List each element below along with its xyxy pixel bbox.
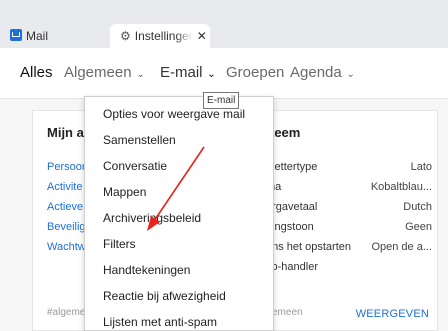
chevron-down-icon: ⌄: [204, 69, 216, 80]
menu-item-anti-spam[interactable]: Lijsten met anti-spam: [103, 315, 217, 329]
tab-settings[interactable]: ⚙ Instellingen ✕: [110, 24, 210, 48]
email-tooltip: E-mail: [203, 92, 240, 109]
email-dropdown-menu: Opties voor weergave mail Samenstellen C…: [84, 96, 274, 331]
browser-tab-bar: Mail ⚙ Instellingen ✕: [0, 0, 448, 48]
nav-algemeen-label: Algemeen: [64, 64, 132, 81]
mail-icon: [10, 29, 22, 41]
nav-agenda[interactable]: Agenda ⌄: [290, 64, 355, 81]
card-tag: #algeme: [47, 307, 86, 318]
nav-algemeen[interactable]: Algemeen ⌄: [64, 64, 145, 81]
tab-mail[interactable]: Mail: [10, 24, 110, 48]
account-link[interactable]: Actieve: [47, 197, 88, 217]
chevron-down-icon: ⌄: [343, 69, 355, 80]
nav-alles-label: Alles: [20, 64, 53, 81]
nav-alles[interactable]: Alles: [20, 64, 53, 81]
chevron-down-icon: ⌄: [133, 69, 145, 80]
menu-item-conversatie[interactable]: Conversatie: [103, 159, 167, 173]
menu-item-samenstellen[interactable]: Samenstellen: [103, 133, 176, 147]
card-tag: emeen: [272, 307, 303, 318]
setting-value: Geen: [405, 221, 432, 233]
setting-value: Kobaltblau...: [370, 181, 432, 193]
account-link[interactable]: Persoon: [47, 157, 88, 177]
menu-item-filters[interactable]: Filters: [103, 237, 136, 251]
setting-key: ens het opstarten: [266, 241, 352, 253]
close-icon[interactable]: ✕: [197, 24, 207, 48]
menu-item-mappen[interactable]: Mappen: [103, 185, 146, 199]
setting-value: Dutch: [403, 201, 432, 213]
menu-item-handtekeningen[interactable]: Handtekeningen: [103, 263, 190, 277]
nav-agenda-label: Agenda: [290, 64, 342, 81]
account-link[interactable]: Beveilig: [47, 217, 88, 237]
nav-email[interactable]: E-mail ⌄: [160, 64, 216, 81]
nav-groepen-label: Groepen: [226, 64, 285, 81]
setting-value: Lato: [410, 161, 432, 173]
setting-value: Open de a...: [371, 241, 432, 253]
menu-item-opties[interactable]: Opties voor weergave mail: [103, 107, 245, 121]
weergeven-button[interactable]: WEERGEVEN: [356, 308, 429, 320]
tab-settings-label: Instellingen: [134, 29, 193, 43]
system-card-title: teem: [270, 125, 301, 140]
menu-item-archiveringsbeleid[interactable]: Archiveringsbeleid: [103, 211, 201, 225]
tab-mail-label: Mail: [26, 29, 49, 43]
menu-item-afwezigheid[interactable]: Reactie bij afwezigheid: [103, 289, 226, 303]
nav-groepen[interactable]: Groepen: [226, 64, 284, 81]
gear-icon: ⚙: [120, 29, 131, 43]
account-link[interactable]: Wachtw: [47, 237, 88, 257]
account-links: Persoon Activite Actieve Beveilig Wachtw: [47, 157, 88, 257]
account-link[interactable]: Activite: [47, 177, 88, 197]
nav-email-label: E-mail: [160, 64, 203, 81]
